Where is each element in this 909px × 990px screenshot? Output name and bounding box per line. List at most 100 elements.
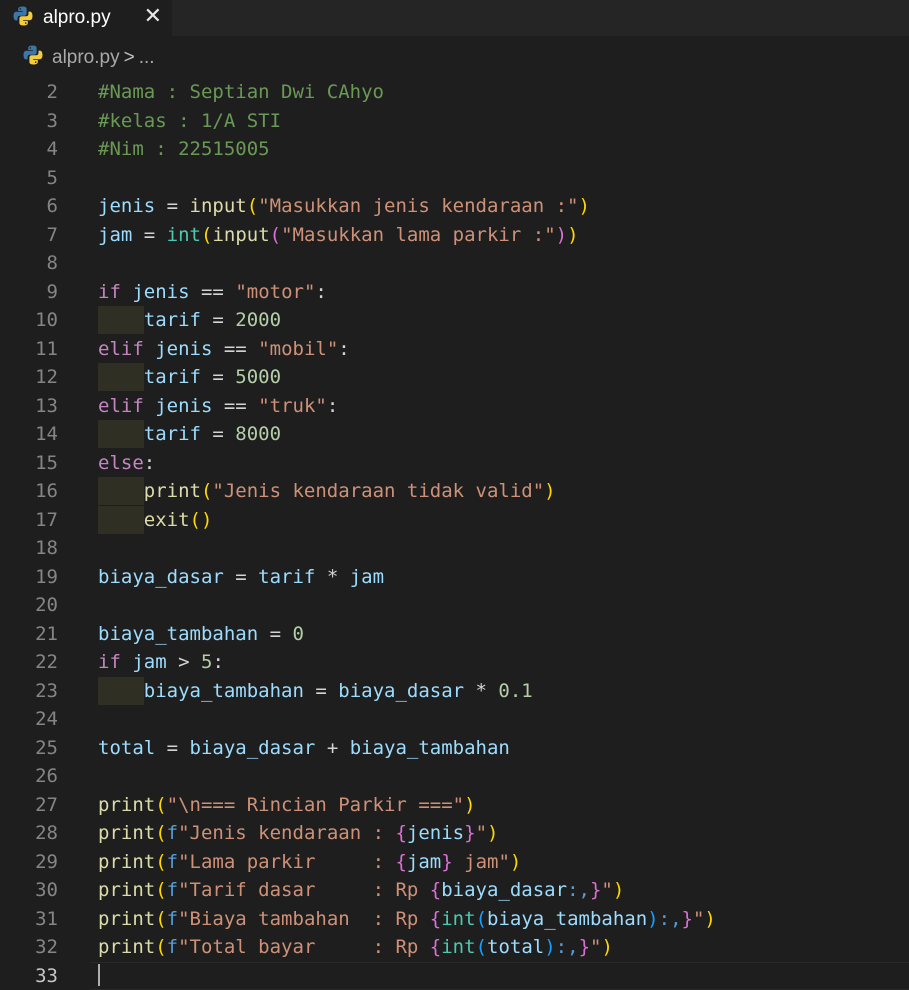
code-text: if jam > 5: bbox=[98, 651, 224, 673]
code-text: print("Jenis kendaraan tidak valid") bbox=[143, 480, 556, 502]
code-line-21[interactable]: 21 biaya_tambahan = 0 bbox=[0, 620, 909, 648]
line-number: 14 bbox=[35, 423, 58, 445]
code-text: else: bbox=[98, 451, 156, 474]
line-number: 28 bbox=[35, 822, 58, 844]
breadcrumb-file[interactable]: alpro.py bbox=[52, 47, 120, 69]
tab-bar: alpro.py ✕ bbox=[0, 0, 909, 36]
code-line-31[interactable]: 31 print(f"Biaya tambahan : Rp {int(biaya… bbox=[0, 905, 909, 933]
line-number: 19 bbox=[35, 565, 58, 588]
line-number: 3 bbox=[46, 109, 58, 132]
line-number: 4 bbox=[46, 138, 58, 160]
code-text: print(f"Jenis kendaraan : {jenis}") bbox=[98, 822, 499, 844]
line-number: 23 bbox=[35, 679, 58, 702]
breadcrumb-symbols[interactable]: ... bbox=[139, 47, 155, 69]
line-number: 21 bbox=[35, 622, 58, 645]
code-text: total = biaya_dasar + biaya_tambahan bbox=[98, 736, 510, 759]
line-number: 6 bbox=[46, 195, 58, 217]
code-text: biaya_tambahan = 0 bbox=[98, 622, 304, 645]
line-number: 18 bbox=[35, 537, 58, 559]
code-text: print(f"Lama parkir : {jam} jam") bbox=[98, 850, 522, 873]
code-line-19[interactable]: 19 biaya_dasar = tarif * jam bbox=[0, 563, 909, 591]
code-text: if jenis == "motor": bbox=[98, 280, 327, 303]
code-text: biaya_dasar = tarif * jam bbox=[98, 565, 385, 588]
line-number: 8 bbox=[46, 252, 58, 274]
code-line-2[interactable]: 2 #Nama : Septian Dwi CAhyo bbox=[0, 78, 909, 106]
code-line-3[interactable]: 3 #kelas : 1/A STI bbox=[0, 107, 909, 135]
code-editor[interactable]: 2 #Nama : Septian Dwi CAhyo 3 #kelas : 1/A … bbox=[0, 78, 909, 990]
code-line-6[interactable]: 6 jenis = input("Masukkan jenis kendaraan… bbox=[0, 192, 909, 220]
line-number: 27 bbox=[35, 793, 58, 816]
code-text: jenis = input("Masukkan jenis kendaraan … bbox=[98, 195, 590, 217]
code-text: #Nama : Septian Dwi CAhyo bbox=[98, 81, 384, 103]
code-line-11[interactable]: 11 elif jenis == "mobil": bbox=[0, 335, 909, 363]
code-line-13[interactable]: 13 elif jenis == "truk": bbox=[0, 392, 909, 420]
line-number: 31 bbox=[35, 907, 58, 930]
code-line-23[interactable]: 23 biaya_tambahan = biaya_dasar * 0.1 bbox=[0, 676, 909, 705]
code-text: tarif = 8000 bbox=[143, 423, 282, 445]
chevron-right-icon: > bbox=[123, 47, 135, 68]
code-text: jam = int(input("Masukkan lama parkir :"… bbox=[98, 223, 579, 246]
code-line-14[interactable]: 14 tarif = 8000 bbox=[0, 420, 909, 448]
line-number: 11 bbox=[35, 337, 58, 360]
line-number: 22 bbox=[35, 651, 58, 673]
code-line-10[interactable]: 10 tarif = 2000 bbox=[0, 306, 909, 334]
code-text: exit() bbox=[143, 508, 213, 531]
code-text: biaya_tambahan = biaya_dasar * 0.1 bbox=[143, 679, 533, 702]
line-number: 10 bbox=[35, 309, 58, 331]
line-number: 17 bbox=[35, 508, 58, 531]
python-icon bbox=[12, 5, 34, 31]
code-line-30[interactable]: 30 print(f"Tarif dasar : Rp {biaya_dasar:… bbox=[0, 876, 909, 904]
code-line-8[interactable]: 8 bbox=[0, 249, 909, 277]
line-number: 12 bbox=[35, 366, 58, 388]
code-text: #kelas : 1/A STI bbox=[98, 109, 282, 132]
code-text: print("\n=== Rincian Parkir ===") bbox=[98, 793, 476, 816]
code-text: tarif = 2000 bbox=[143, 309, 282, 331]
code-line-25[interactable]: 25 total = biaya_dasar + biaya_tambahan bbox=[0, 734, 909, 762]
code-line-32[interactable]: 32 print(f"Total bayar : Rp {int(total):,… bbox=[0, 933, 909, 961]
breadcrumb: alpro.py > ... bbox=[0, 40, 909, 76]
line-number: 29 bbox=[35, 850, 58, 873]
tab-label: alpro.py bbox=[43, 7, 111, 28]
code-line-26[interactable]: 26 bbox=[0, 762, 909, 790]
line-number: 13 bbox=[35, 394, 58, 417]
line-number: 25 bbox=[35, 736, 58, 759]
line-number: 20 bbox=[35, 594, 58, 616]
line-number: 15 bbox=[35, 451, 58, 474]
line-number: 32 bbox=[35, 936, 58, 958]
code-line-16[interactable]: 16 print("Jenis kendaraan tidak valid") bbox=[0, 477, 909, 505]
line-number: 26 bbox=[35, 765, 58, 787]
code-line-28[interactable]: 28 print(f"Jenis kendaraan : {jenis}") bbox=[0, 819, 909, 847]
line-number: 2 bbox=[46, 81, 58, 103]
code-line-5[interactable]: 5 bbox=[0, 164, 909, 192]
code-text: print(f"Biaya tambahan : Rp {int(biaya_t… bbox=[98, 907, 716, 930]
code-text: elif jenis == "mobil": bbox=[98, 337, 350, 360]
code-line-29[interactable]: 29 print(f"Lama parkir : {jam} jam") bbox=[0, 848, 909, 876]
python-icon bbox=[22, 44, 44, 72]
code-text: print(f"Total bayar : Rp {int(total):,}"… bbox=[98, 936, 613, 958]
close-icon[interactable]: ✕ bbox=[144, 4, 162, 30]
code-text: #Nim : 22515005 bbox=[98, 138, 270, 160]
code-line-7[interactable]: 7 jam = int(input("Masukkan lama parkir :… bbox=[0, 221, 909, 249]
code-line-4[interactable]: 4 #Nim : 22515005 bbox=[0, 135, 909, 163]
code-line-17[interactable]: 17 exit() bbox=[0, 505, 909, 534]
code-line-18[interactable]: 18 bbox=[0, 534, 909, 562]
code-line-22[interactable]: 22 if jam > 5: bbox=[0, 648, 909, 676]
line-number: 16 bbox=[35, 480, 58, 502]
code-line-9[interactable]: 9 if jenis == "motor": bbox=[0, 278, 909, 306]
current-line-highlight bbox=[90, 961, 909, 990]
code-line-12[interactable]: 12 tarif = 5000 bbox=[0, 363, 909, 391]
code-line-33[interactable]: 33 bbox=[0, 961, 909, 990]
code-line-20[interactable]: 20 bbox=[0, 591, 909, 619]
line-number: 5 bbox=[46, 166, 58, 189]
code-text: elif jenis == "truk": bbox=[98, 394, 339, 417]
code-line-27[interactable]: 27 print("\n=== Rincian Parkir ===") bbox=[0, 791, 909, 819]
code-line-24[interactable]: 24 bbox=[0, 705, 909, 733]
code-text: tarif = 5000 bbox=[143, 366, 282, 388]
tab-alpro-py[interactable]: alpro.py ✕ bbox=[0, 0, 172, 36]
line-number: 7 bbox=[46, 223, 58, 246]
line-number: 33 bbox=[35, 964, 58, 987]
line-number: 9 bbox=[46, 280, 58, 303]
code-text: print(f"Tarif dasar : Rp {biaya_dasar:,}… bbox=[98, 879, 625, 901]
text-caret bbox=[98, 963, 100, 986]
code-line-15[interactable]: 15 else: bbox=[0, 449, 909, 477]
